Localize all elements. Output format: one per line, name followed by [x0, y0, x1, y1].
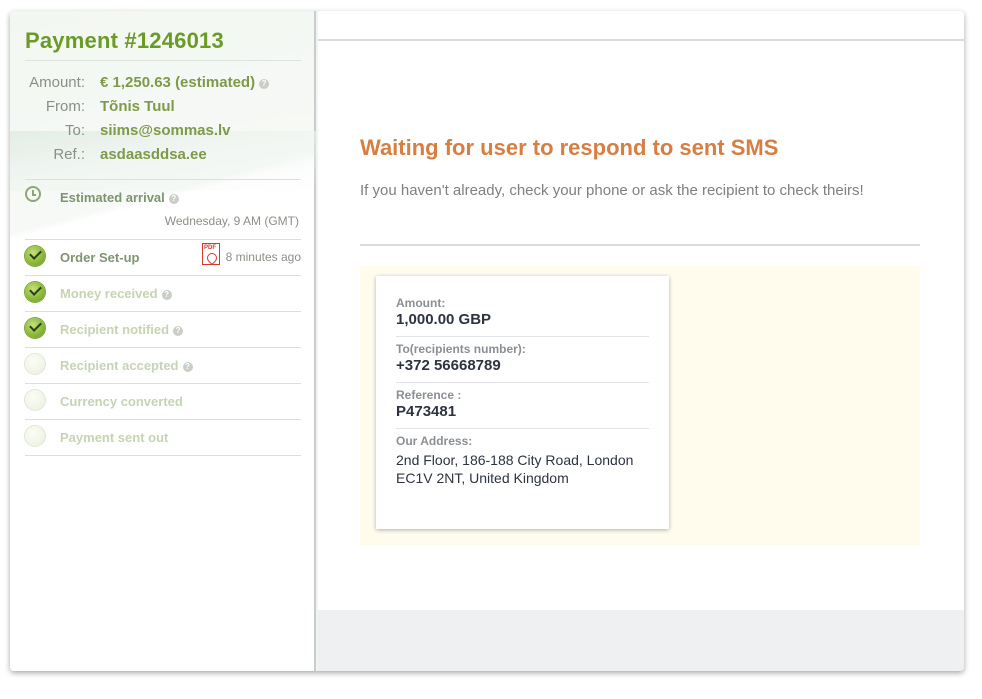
eta-date: Wednesday, 9 AM (GMT)	[164, 214, 299, 228]
payment-title: Payment #1246013	[25, 28, 224, 53]
status-subtitle: If you haven't already, check your phone…	[360, 182, 864, 199]
step-currency-converted: Currency converted	[25, 383, 301, 419]
info-label-from: From:	[45, 98, 85, 115]
field-value: P473481	[396, 403, 457, 420]
field-amount: Amount: 1,000.00 GBP	[396, 296, 649, 328]
details-area: Amount: 1,000.00 GBP To(recipients numbe…	[360, 266, 920, 545]
amount-value-text: € 1,250.63 (estimated)	[100, 74, 256, 91]
payment-sidebar: Payment #1246013 Amount: € 1,250.63 (est…	[10, 11, 316, 671]
field-divider	[396, 336, 649, 337]
info-row-to: To: siims@sommas.lv	[10, 122, 316, 144]
info-label-amount: Amount:	[29, 74, 85, 91]
empty-badge-icon	[25, 354, 45, 374]
info-row-amount: Amount: € 1,250.63 (estimated)?	[10, 74, 316, 96]
field-value: +372 56668789	[396, 357, 501, 374]
step-money-received: Money received?	[25, 275, 301, 311]
info-value-to: siims@sommas.lv	[100, 122, 231, 139]
step-label: Order Set-up	[60, 250, 140, 265]
step-recipient-notified: Recipient notified?	[25, 311, 301, 347]
field-divider	[396, 428, 649, 429]
step-payment-sent-out: Payment sent out	[25, 419, 301, 455]
status-title: Waiting for user to respond to sent SMS	[360, 135, 779, 160]
section-divider	[25, 179, 301, 180]
step-label-wrap: Recipient accepted?	[60, 358, 193, 373]
field-value: 1,000.00 GBP	[396, 311, 492, 328]
step-label: Recipient notified	[60, 322, 170, 337]
main-top-bar	[318, 11, 964, 41]
field-label: To(recipients number):	[396, 342, 526, 356]
info-value-amount: € 1,250.63 (estimated)?	[100, 74, 270, 91]
step-label-wrap: Money received?	[60, 286, 172, 301]
info-row-from: From: Tõnis Tuul	[10, 98, 316, 120]
check-badge-icon	[25, 246, 45, 266]
info-label-ref: Ref.:	[53, 146, 85, 163]
check-badge-icon	[25, 318, 45, 338]
field-address: Our Address: 2nd Floor, 186-188 City Roa…	[396, 434, 649, 487]
step-label-wrap: Recipient notified?	[60, 322, 184, 337]
payment-details-card: Amount: 1,000.00 GBP To(recipients numbe…	[376, 276, 669, 529]
field-label: Amount:	[396, 296, 446, 310]
step-recipient-accepted: Recipient accepted?	[25, 347, 301, 383]
pdf-icon[interactable]	[202, 243, 220, 265]
payment-window: Payment #1246013 Amount: € 1,250.63 (est…	[10, 11, 964, 671]
info-label-to: To:	[64, 122, 85, 139]
main-footer	[318, 610, 964, 671]
info-row-ref: Ref.: asdaasddsa.ee	[10, 146, 316, 168]
eta-label-text: Estimated arrival	[60, 190, 165, 205]
empty-badge-icon	[25, 426, 45, 446]
info-value-ref: asdaasddsa.ee	[100, 146, 207, 163]
field-reference: Reference : P473481	[396, 388, 649, 420]
field-recipient-number: To(recipients number): +372 56668789	[396, 342, 649, 374]
empty-badge-icon	[25, 390, 45, 410]
field-value: 2nd Floor, 186-188 City Road, London EC1…	[396, 452, 634, 486]
field-divider	[396, 382, 649, 383]
step-order-setup: Order Set-up 8 minutes ago	[25, 239, 301, 275]
step-time: 8 minutes ago	[225, 250, 301, 264]
step-divider	[25, 455, 301, 456]
step-label: Currency converted	[60, 394, 183, 409]
info-value-from: Tõnis Tuul	[100, 98, 175, 115]
help-icon[interactable]: ?	[168, 194, 179, 204]
eta-label: Estimated arrival?	[60, 190, 179, 205]
field-label: Our Address:	[396, 434, 473, 448]
help-icon[interactable]: ?	[259, 79, 270, 89]
step-label: Money received	[60, 286, 158, 301]
help-icon[interactable]: ?	[182, 362, 193, 372]
step-label: Recipient accepted	[60, 358, 179, 373]
main-divider	[360, 244, 920, 246]
check-badge-icon	[25, 282, 45, 302]
step-label: Payment sent out	[60, 430, 169, 445]
main-panel: Waiting for user to respond to sent SMS …	[318, 41, 964, 610]
title-divider	[25, 60, 301, 61]
help-icon[interactable]: ?	[161, 290, 172, 300]
clock-icon	[25, 186, 41, 202]
help-icon[interactable]: ?	[173, 326, 184, 336]
field-label: Reference :	[396, 388, 462, 402]
